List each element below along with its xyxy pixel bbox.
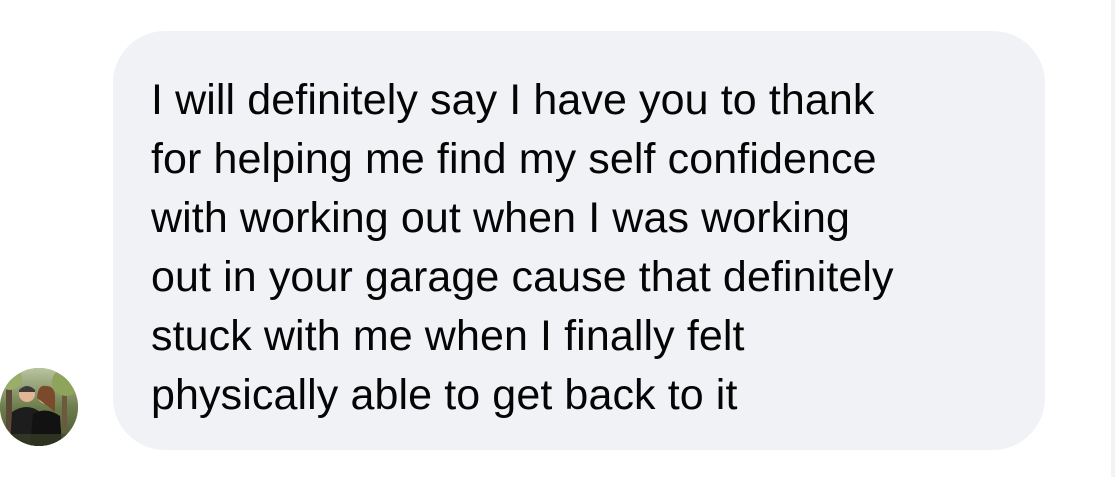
message-bubble[interactable]: I will definitely say I have you to than… xyxy=(113,31,1045,450)
sender-avatar[interactable] xyxy=(0,368,78,446)
profile-photo-icon xyxy=(0,368,78,446)
message-text: I will definitely say I have you to than… xyxy=(151,76,894,419)
scrollbar-track xyxy=(1111,0,1115,477)
chat-screen: I will definitely say I have you to than… xyxy=(0,0,1115,477)
